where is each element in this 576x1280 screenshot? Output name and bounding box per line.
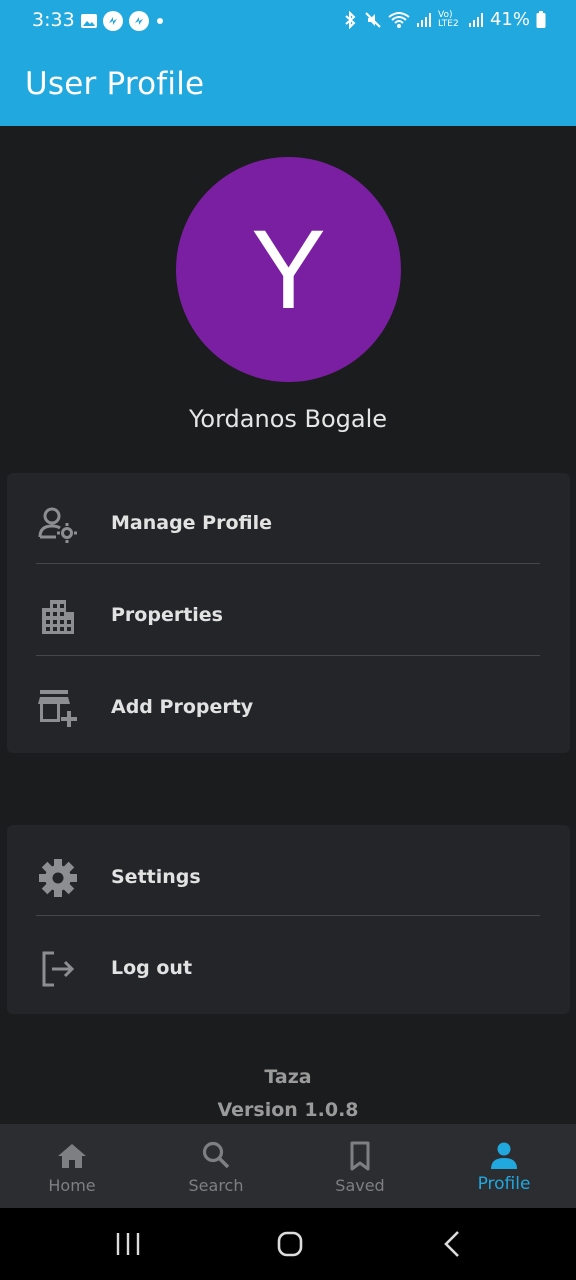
battery-icon xyxy=(536,10,546,28)
status-notification-icons xyxy=(80,10,166,32)
system-nav-bar xyxy=(0,1208,576,1280)
divider xyxy=(36,915,540,916)
nav-saved[interactable]: Saved xyxy=(288,1124,432,1208)
settings-item[interactable]: Settings xyxy=(7,832,570,923)
signal-icon xyxy=(416,12,431,27)
dot-icon xyxy=(157,18,163,24)
nav-search[interactable]: Search xyxy=(144,1124,288,1208)
app-name: Taza xyxy=(264,1066,312,1088)
bookmark-icon xyxy=(350,1141,370,1171)
properties-label: Properties xyxy=(111,604,223,626)
signal-icon xyxy=(468,12,483,27)
user-name: Yordanos Bogale xyxy=(188,405,388,433)
mute-icon xyxy=(365,11,381,28)
divider xyxy=(36,563,540,564)
nav-profile-label: Profile xyxy=(477,1174,531,1194)
status-system-icons: Vo) LTE2 41% xyxy=(342,9,546,30)
logout-label: Log out xyxy=(111,957,193,979)
divider xyxy=(36,655,540,656)
recent-apps-icon[interactable] xyxy=(108,1226,148,1262)
nav-home[interactable]: Home xyxy=(0,1124,144,1208)
home-icon xyxy=(58,1144,86,1168)
app-version: Version 1.0.8 xyxy=(217,1099,359,1121)
nav-search-label: Search xyxy=(188,1176,244,1195)
manage-profile-label: Manage Profile xyxy=(111,512,273,534)
profile-menu-card: Manage Profile Properties Add Property xyxy=(7,473,570,753)
properties-icon xyxy=(42,600,74,634)
nav-home-label: Home xyxy=(48,1176,96,1195)
network-label: Vo) LTE2 xyxy=(437,9,459,29)
nav-profile[interactable]: Profile xyxy=(432,1124,576,1208)
home-button-icon[interactable] xyxy=(270,1226,310,1262)
properties-item[interactable]: Properties xyxy=(7,570,570,661)
bottom-nav: Home Search Saved Profile xyxy=(0,1124,576,1208)
page-title: User Profile xyxy=(25,66,205,102)
add-property-label: Add Property xyxy=(111,696,254,718)
manage-profile-icon xyxy=(38,507,77,543)
gallery-icon xyxy=(81,14,97,28)
status-bar: 3:33 Vo) LTE2 41% xyxy=(0,0,576,44)
avatar[interactable]: Y xyxy=(176,157,401,382)
manage-profile-item[interactable]: Manage Profile xyxy=(7,478,570,569)
wifi-icon xyxy=(388,11,410,28)
gear-icon xyxy=(39,859,77,897)
app-bar: User Profile xyxy=(0,44,576,126)
settings-label: Settings xyxy=(111,866,201,888)
app-notification-icon xyxy=(103,11,123,31)
search-icon xyxy=(202,1141,230,1169)
logout-item[interactable]: Log out xyxy=(7,923,570,1014)
add-property-icon xyxy=(38,690,77,727)
back-icon[interactable] xyxy=(432,1226,472,1262)
avatar-initial: Y xyxy=(251,207,326,332)
add-property-item[interactable]: Add Property xyxy=(7,662,570,753)
bluetooth-icon xyxy=(345,10,356,29)
app-notification-icon xyxy=(129,11,149,31)
person-icon xyxy=(491,1142,517,1169)
nav-saved-label: Saved xyxy=(335,1176,385,1195)
battery-percent: 41% xyxy=(489,9,530,30)
settings-menu-card: Settings Log out xyxy=(7,825,570,1014)
status-time: 3:33 xyxy=(32,9,75,31)
logout-icon xyxy=(42,951,75,987)
